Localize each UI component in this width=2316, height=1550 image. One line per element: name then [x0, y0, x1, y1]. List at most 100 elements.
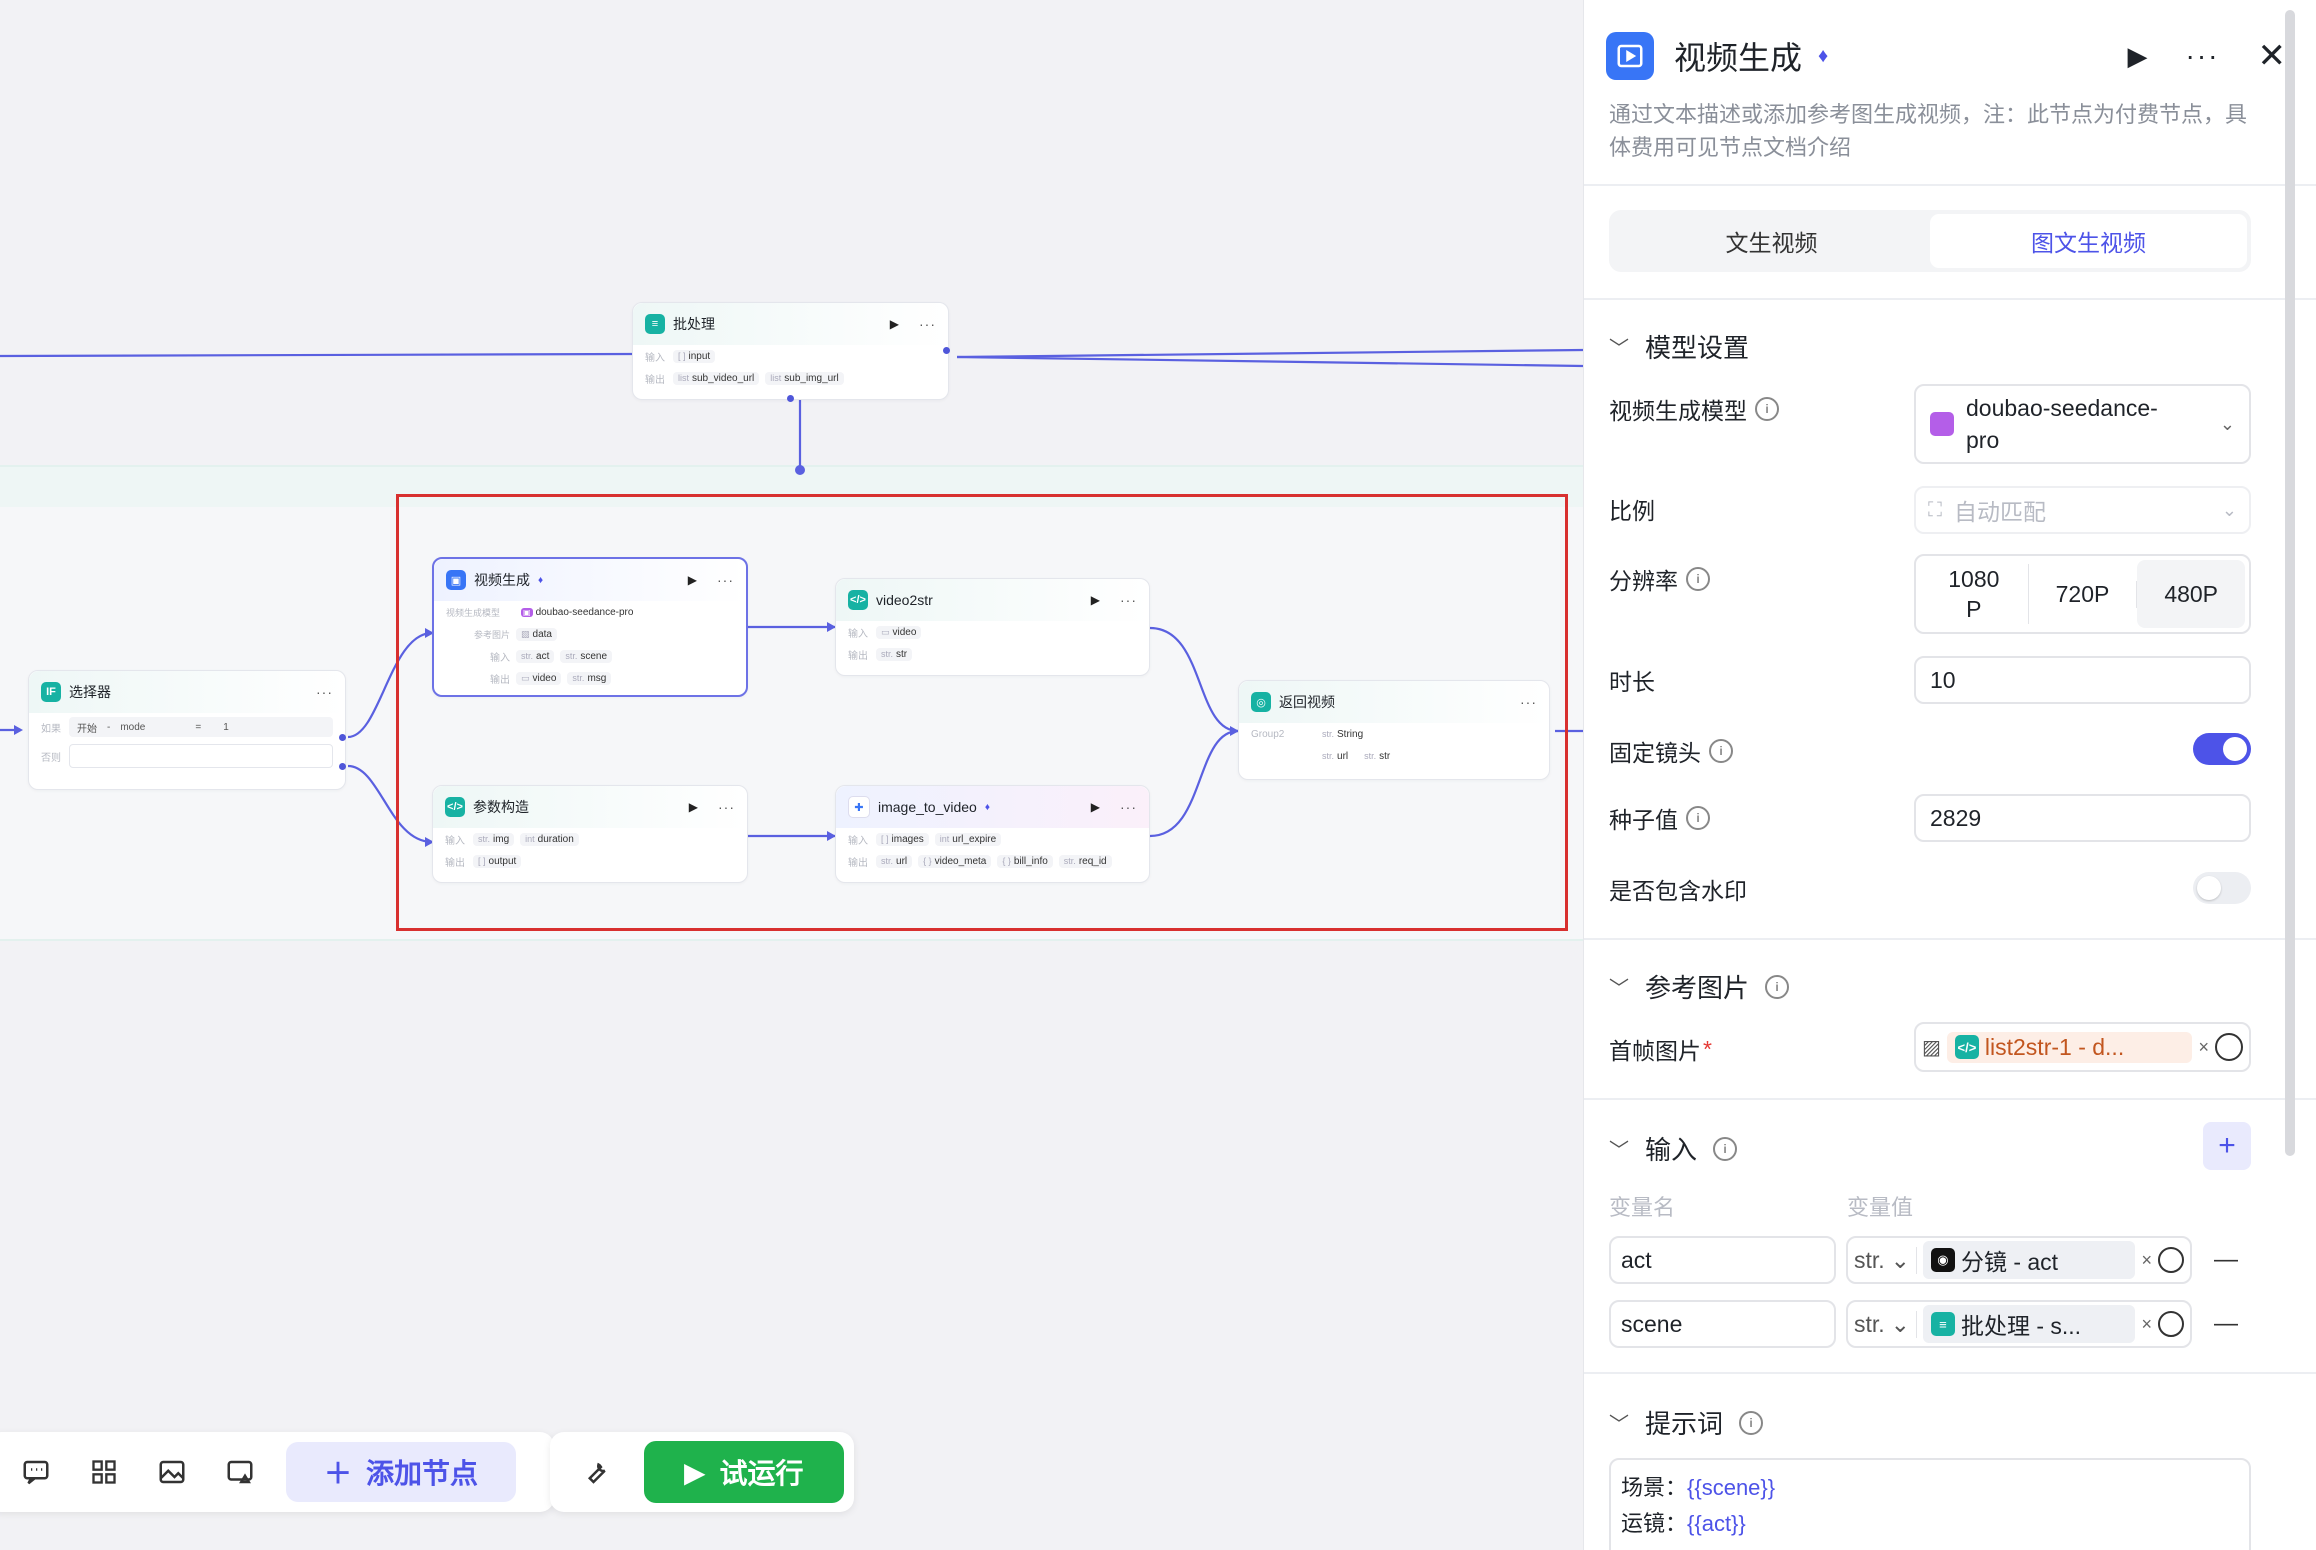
add-node-button[interactable]: ＋ 添加节点 — [286, 1442, 517, 1502]
chevron-down-icon: ﹀ — [1609, 338, 1629, 360]
section-prompt[interactable]: ﹀ 提示词 i — [1609, 1404, 1764, 1441]
chevron-down-icon: ﹀ — [1609, 1414, 1629, 1436]
wrench-icon[interactable] — [574, 1450, 618, 1494]
duration-input[interactable]: 10 — [1914, 656, 2251, 704]
seed-input[interactable]: 2829 — [1914, 794, 2251, 842]
more-icon[interactable]: ··· — [1520, 694, 1537, 710]
node-video-gen[interactable]: ▣ 视频生成 ♦ ▶ ··· 视频生成模型 ▣ doubao-seedance-pr… — [432, 557, 748, 697]
section-input[interactable]: ﹀ 输入 i — [1609, 1130, 1738, 1167]
node-image-to-video[interactable]: ✚ image_to_video ♦ ▶ ··· 输入[ ] images int u… — [835, 785, 1150, 883]
more-icon[interactable]: ··· — [1120, 799, 1137, 815]
remove-row-button[interactable]: — — [2214, 1246, 2238, 1274]
more-icon[interactable]: ··· — [316, 684, 333, 700]
node-batch[interactable]: ≡ 批处理 ▶ ··· 输入 [ ] input 输出 list sub_video_u… — [632, 302, 950, 402]
ratio-label: 比例 — [1609, 498, 1655, 524]
more-icon[interactable]: ··· — [919, 316, 936, 332]
node-title: 批处理 — [673, 316, 715, 332]
section-model-settings[interactable]: ﹀ 模型设置 — [1609, 328, 1749, 365]
edge-in-batch — [0, 352, 633, 358]
required-mark: * — [1703, 1035, 1712, 1062]
output-label: 输出 — [490, 674, 510, 686]
clear-icon[interactable]: × — [2141, 1250, 2152, 1271]
play-icon[interactable]: ▶ — [890, 317, 899, 331]
play-icon[interactable]: ▶ — [1091, 800, 1100, 814]
resolution-480p[interactable]: 480P — [2137, 560, 2246, 628]
type-select[interactable]: str. — [1854, 1311, 1885, 1338]
col-name-header: 变量名 — [1609, 1195, 1676, 1220]
chevron-down-icon: ﹀ — [1609, 978, 1629, 1000]
resolution-720p[interactable]: 720P — [2029, 580, 2138, 608]
tab-text-to-video[interactable]: 文生视频 — [1613, 214, 1930, 268]
minimap-icon[interactable] — [218, 1450, 262, 1494]
more-icon[interactable]: ··· — [2186, 40, 2220, 72]
loop-port[interactable] — [787, 395, 794, 402]
clear-icon[interactable]: × — [2141, 1314, 2152, 1335]
model-label: 视频生成模型 — [446, 607, 501, 618]
more-icon[interactable]: ··· — [718, 799, 735, 815]
play-icon[interactable]: ▶ — [1091, 593, 1100, 607]
variable-picker-icon[interactable] — [2158, 1311, 2184, 1337]
prompt-editor[interactable]: 场景：{{scene}} 运镜：{{act}} — [1609, 1458, 2251, 1550]
input-label: 输入 — [848, 628, 868, 640]
var-value-input[interactable]: str. ⌄ ◉ 分镜 - act × — [1846, 1236, 2192, 1284]
section-reference-image[interactable]: ﹀ 参考图片 i — [1609, 968, 1790, 1005]
premium-icon: ♦ — [538, 574, 544, 586]
param-tag: [ ] input — [673, 349, 716, 363]
test-run-label: 试运行 — [719, 1458, 804, 1489]
image-icon[interactable] — [150, 1450, 194, 1494]
clear-icon[interactable]: × — [2198, 1037, 2209, 1058]
workflow-canvas[interactable]: ≡ 批处理 ▶ ··· 输入 [ ] input 输出 list sub_video_u… — [0, 0, 1583, 1550]
chevron-down-icon: ⌄ — [2221, 499, 2237, 520]
first-frame-input[interactable]: ▨ </> list2str-1 - d... × — [1914, 1022, 2251, 1072]
variable-picker-icon[interactable] — [2215, 1033, 2243, 1061]
layout-icon[interactable] — [82, 1450, 126, 1494]
chevron-down-icon: ⌄ — [1891, 1310, 1917, 1338]
play-icon: ▶ — [684, 1456, 706, 1488]
chevron-down-icon: ⌄ — [1891, 1246, 1917, 1274]
group-label: Group2 — [1251, 728, 1285, 740]
code-icon: </> — [445, 797, 465, 817]
fixed-camera-toggle[interactable] — [2193, 733, 2251, 765]
if-label: 如果 — [41, 723, 61, 735]
var-name-input[interactable]: scene — [1609, 1300, 1836, 1348]
close-icon[interactable]: ✕ — [2258, 36, 2287, 76]
if-output-port[interactable] — [339, 734, 346, 741]
panel-title: 视频生成 — [1674, 40, 1803, 76]
output-port[interactable] — [943, 347, 950, 354]
else-row[interactable] — [69, 744, 333, 768]
ratio-select[interactable]: ⛶ 自动匹配 ⌄ — [1914, 486, 2251, 534]
var-value-input[interactable]: str. ⌄ ≡ 批处理 - s... × — [1846, 1300, 2192, 1348]
variable-picker-icon[interactable] — [2158, 1247, 2184, 1273]
first-frame-label: 首帧图片 — [1609, 1038, 1701, 1064]
fixed-camera-label: 固定镜头 — [1609, 740, 1701, 766]
more-icon[interactable]: ··· — [1120, 592, 1137, 608]
else-output-port[interactable] — [339, 763, 346, 770]
add-input-button[interactable]: + — [2203, 1122, 2251, 1170]
edge-batch-out-2 — [956, 355, 1583, 368]
condition-row[interactable]: 开始 - mode = 1 — [69, 717, 333, 737]
info-icon: i — [1686, 567, 1710, 591]
node-video2str[interactable]: </> video2str ▶ ··· 输入 ▭ video 输出 str. str — [835, 578, 1150, 676]
node-selector[interactable]: IF 选择器 ··· 如果 开始 - mode = 1 否则 — [28, 670, 346, 790]
comment-icon[interactable] — [14, 1450, 58, 1494]
model-select[interactable]: doubao-seedance-pro ⌄ — [1914, 384, 2251, 464]
more-icon[interactable]: ··· — [717, 572, 734, 588]
type-select[interactable]: str. — [1854, 1247, 1885, 1274]
input-label: 输入 — [445, 835, 465, 847]
play-icon[interactable]: ▶ — [689, 800, 698, 814]
watermark-toggle[interactable] — [2193, 872, 2251, 904]
node-param-construct[interactable]: </> 参数构造 ▶ ··· 输入 str. img int duration 输出[ … — [432, 785, 748, 883]
info-icon: i — [1709, 739, 1733, 763]
tab-image-text-to-video[interactable]: 图文生视频 — [1930, 214, 2247, 268]
node-return-video[interactable]: ◎ 返回视频 ··· Group2 str. String str. url str. s… — [1238, 680, 1550, 780]
var-name-input[interactable]: act — [1609, 1236, 1836, 1284]
scrollbar[interactable] — [2285, 10, 2295, 1156]
run-node-icon[interactable]: ▶ — [2128, 41, 2148, 72]
test-run-button[interactable]: ▶ 试运行 — [644, 1441, 844, 1503]
if-icon: IF — [41, 682, 61, 702]
node-config-panel: 视频生成 ♦ ▶ ··· ✕ 通过文本描述或添加参考图生成视频，注：此节点为付费… — [1583, 0, 2316, 1550]
play-icon[interactable]: ▶ — [688, 573, 697, 587]
remove-row-button[interactable]: — — [2214, 1310, 2238, 1338]
resolution-1080p[interactable]: 1080 P — [1920, 564, 2029, 624]
info-icon: i — [1739, 1410, 1764, 1435]
